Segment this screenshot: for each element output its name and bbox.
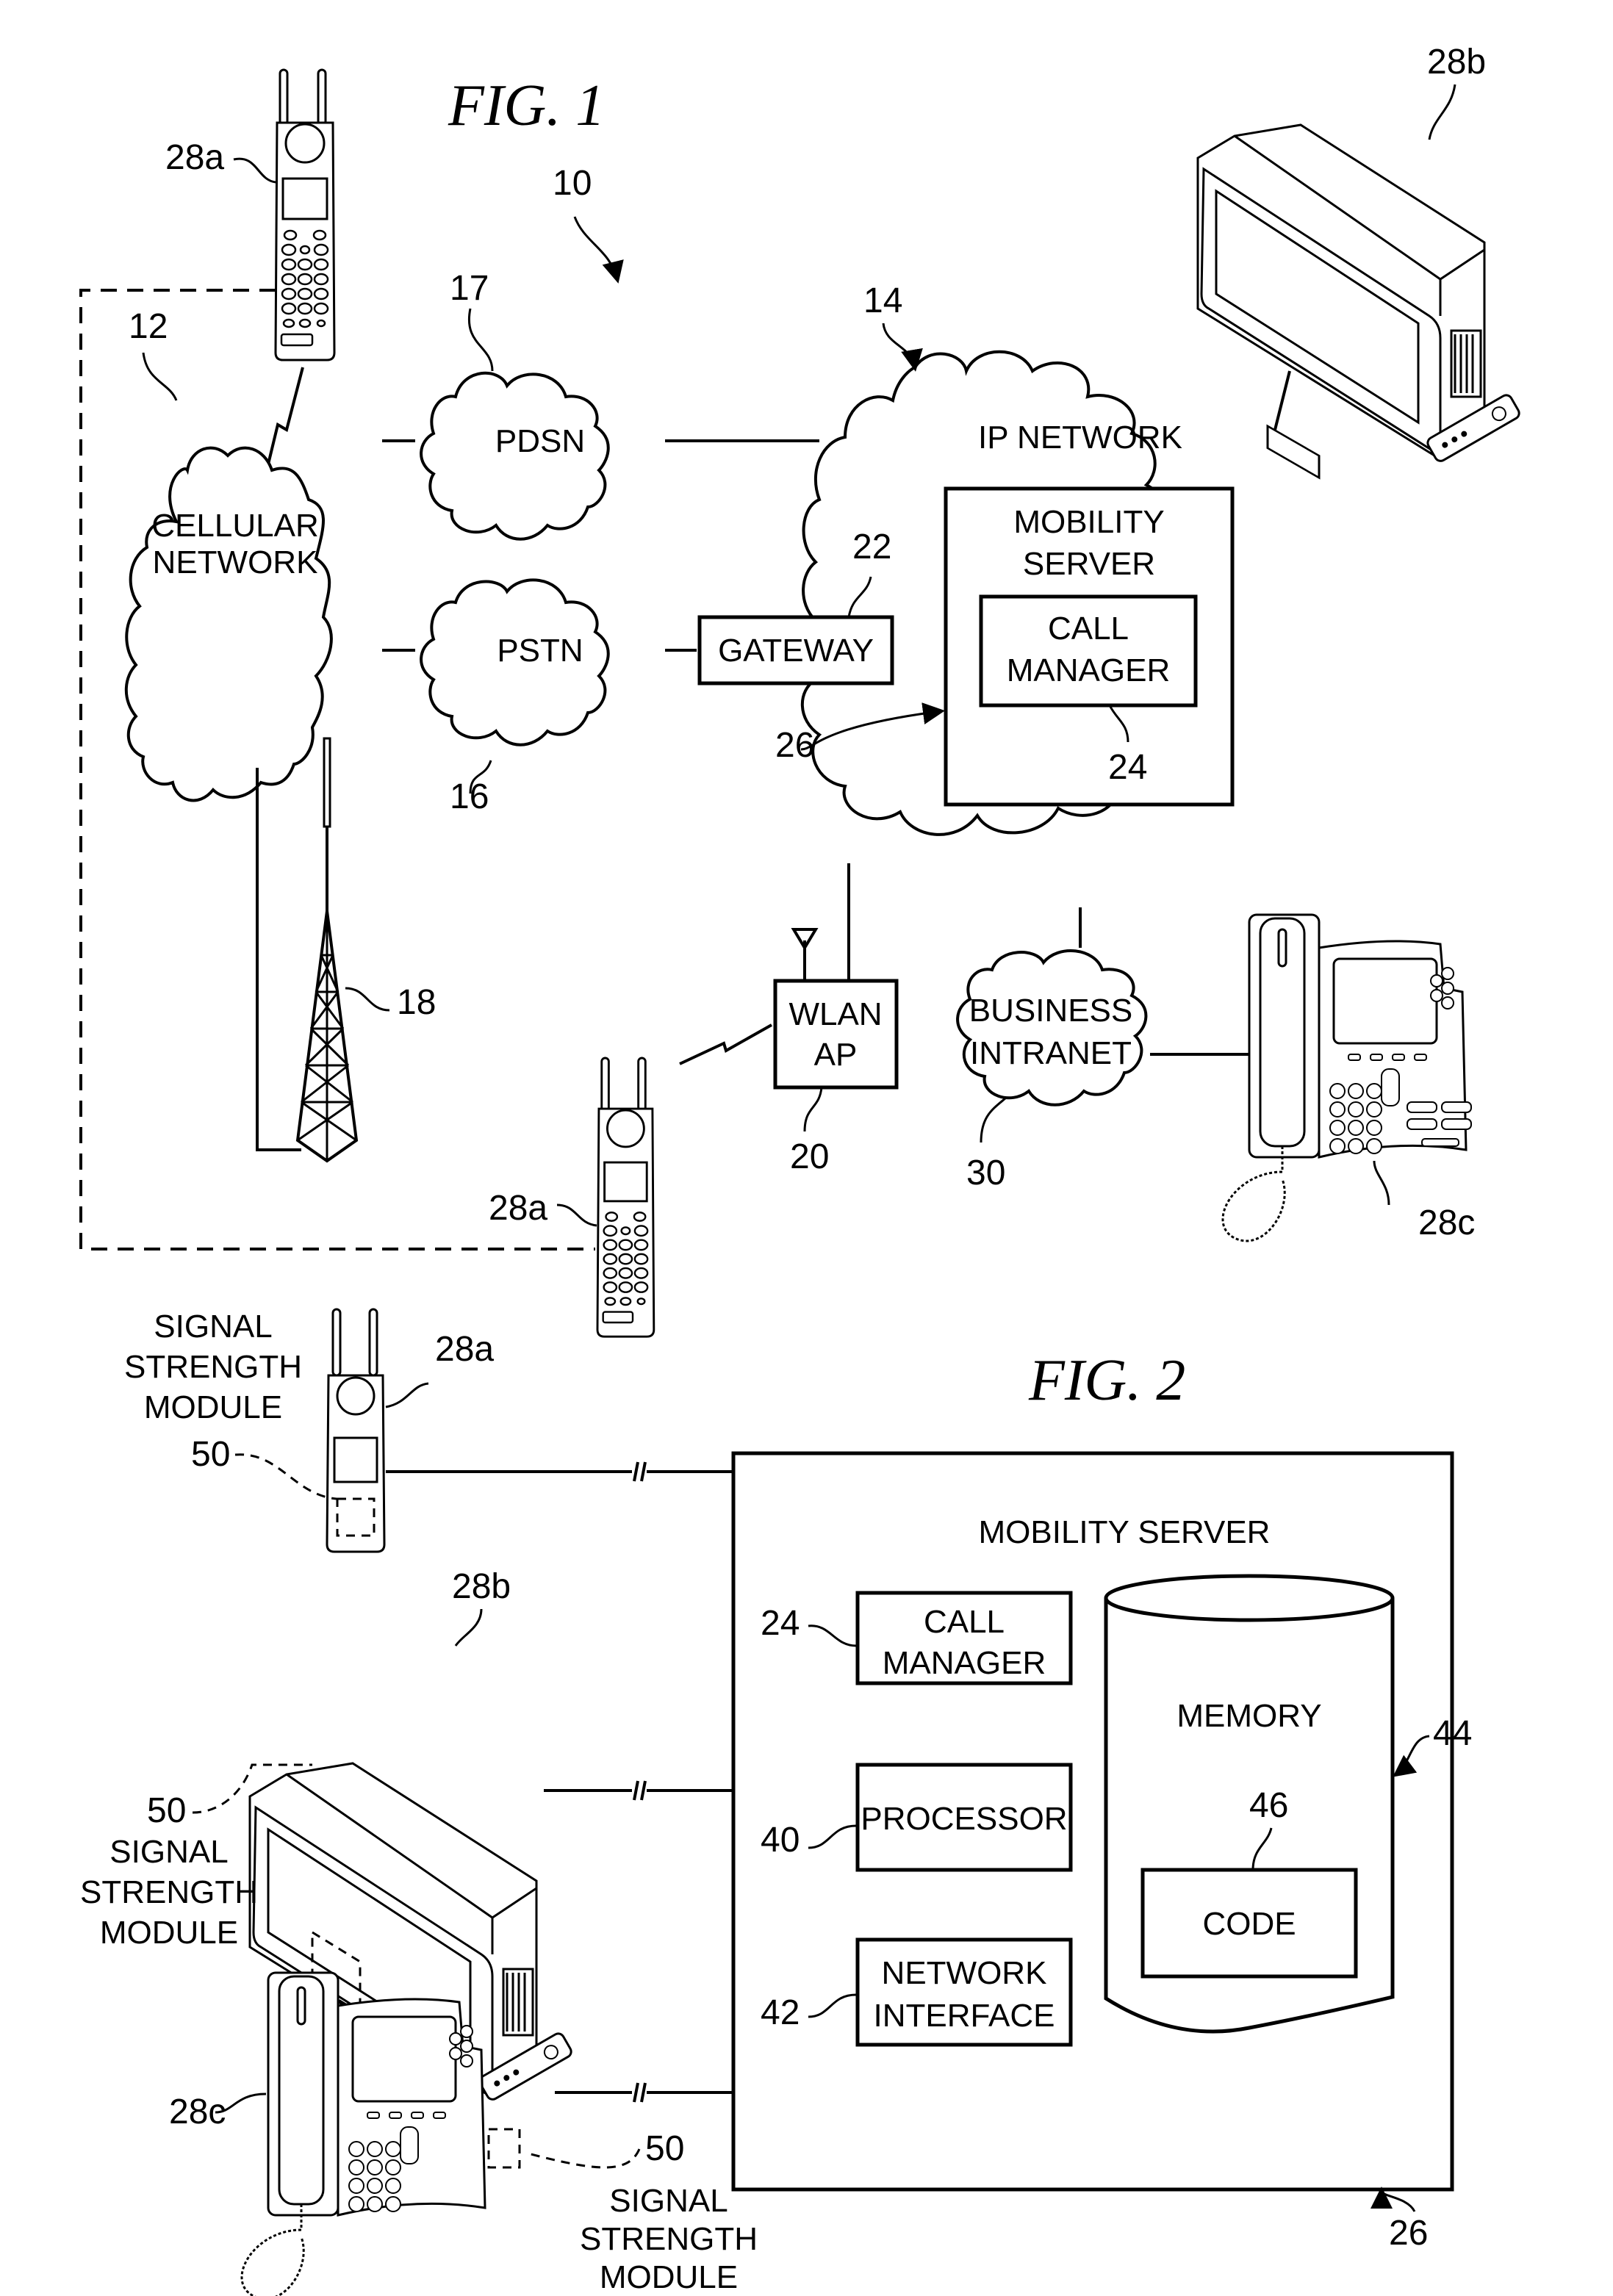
phone-server-link xyxy=(386,1461,733,1482)
pstn-ref: 16 xyxy=(450,777,489,816)
mobility-server-ref-arrow xyxy=(1370,2187,1416,2212)
wlan-ap-ref: 20 xyxy=(790,1137,829,1176)
signal-strength-module xyxy=(487,2128,521,2169)
pdsn-label: PDSN xyxy=(495,423,585,459)
fig2-title: FIG. 2 xyxy=(1028,1348,1185,1413)
gateway-ref: 22 xyxy=(852,528,891,566)
network-interface-ref: 42 xyxy=(761,1993,800,2032)
call-manager-ref: 24 xyxy=(761,1604,800,1643)
call-manager-label-1: CALL xyxy=(1048,611,1129,647)
tv-module-label-3: MODULE xyxy=(100,1915,238,1951)
cellular-tower-link xyxy=(256,768,301,1151)
fig2-television-ref: 28b xyxy=(452,1567,511,1606)
network-interface-label-2: INTERFACE xyxy=(874,1998,1055,2034)
cell-tower-icon[interactable] xyxy=(295,737,359,1163)
system-ref-label: 10 xyxy=(553,164,592,203)
code-ref: 46 xyxy=(1249,1786,1288,1825)
processor-ref: 40 xyxy=(761,1821,800,1860)
fig1-title: FIG. 1 xyxy=(448,73,605,138)
mobile-phone-top-ref: 28a xyxy=(165,138,224,177)
ip-phone-module-label-2: STRENGTH xyxy=(580,2221,758,2257)
fig1: FIG. 1 10 28a CELLULAR NETWORK 12 PDSN 1… xyxy=(79,43,1521,1338)
ip-phone-server-link xyxy=(555,2082,733,2103)
call-manager-ref: 24 xyxy=(1108,748,1147,787)
ip-network-label: IP NETWORK xyxy=(978,420,1182,456)
cellular-network-label-2: NETWORK xyxy=(153,544,318,580)
mobility-server-label: MOBILITY SERVER xyxy=(979,1514,1271,1550)
gateway-label: GATEWAY xyxy=(718,633,874,669)
mobility-server-ref: 26 xyxy=(1389,2214,1428,2253)
leader-line xyxy=(345,987,390,1012)
business-intranet-ref: 30 xyxy=(966,1154,1005,1192)
mobile-phone-bottom-ref: 28a xyxy=(489,1189,547,1228)
ip-phone-icon[interactable] xyxy=(240,1971,486,2296)
tower-ref: 18 xyxy=(397,983,436,1022)
leader-line xyxy=(385,1382,429,1408)
leader-line xyxy=(803,1087,823,1132)
call-manager-label-2: MANAGER xyxy=(883,1645,1046,1681)
leader-line xyxy=(467,308,494,372)
fig2-mobile-phone-ref: 28a xyxy=(435,1330,494,1369)
tv-server-link xyxy=(544,1780,733,1801)
leader-line xyxy=(1428,84,1456,140)
ip-phone-module-label-3: MODULE xyxy=(600,2259,738,2295)
memory-ref: 44 xyxy=(1433,1714,1472,1753)
ip-phone-icon[interactable] xyxy=(1221,913,1472,1242)
business-intranet-label-2: INTRANET xyxy=(970,1035,1132,1071)
cellular-network-ref: 12 xyxy=(129,307,168,346)
tv-module-ref: 50 xyxy=(147,1791,186,1830)
mobility-server-ref: 26 xyxy=(775,726,814,765)
pstn-label: PSTN xyxy=(497,633,583,669)
wireless-link-icon xyxy=(679,1023,772,1065)
ip-network-ref-arrow xyxy=(882,323,923,372)
antenna-icon xyxy=(791,928,819,981)
wlan-ap-label-1: WLAN xyxy=(788,996,882,1032)
leader-line xyxy=(980,1097,1006,1143)
ip-network-ref: 14 xyxy=(863,281,902,320)
mobile-phone-icon[interactable] xyxy=(596,1057,655,1338)
wlan-ap-label-2: AP xyxy=(814,1037,858,1073)
mobility-server-label-1: MOBILITY xyxy=(1013,504,1164,540)
phone-module-label-1: SIGNAL xyxy=(154,1309,272,1345)
television-icon[interactable] xyxy=(1196,123,1521,480)
module-leader-dashed xyxy=(234,1453,337,1500)
ip-phone-module-label-1: SIGNAL xyxy=(609,2183,728,2219)
mobility-server-label-2: SERVER xyxy=(1023,546,1155,582)
network-interface-label-1: NETWORK xyxy=(882,1955,1047,1991)
tv-module-label-1: SIGNAL xyxy=(109,1834,228,1870)
leader-line xyxy=(233,157,276,184)
leader-line xyxy=(556,1203,597,1227)
ip-phone-module-ref: 50 xyxy=(645,2129,684,2168)
fig2: FIG. 2 MOBILITY SERVER 26 CALL MANAGER 2… xyxy=(80,1308,1472,2296)
phone-module-ref: 50 xyxy=(191,1435,230,1474)
cellular-network-cloud[interactable] xyxy=(124,446,333,802)
business-intranet-label-1: BUSINESS xyxy=(969,993,1133,1029)
ip-tv-link xyxy=(1273,370,1291,431)
memory-label: MEMORY xyxy=(1176,1698,1321,1734)
tv-module-label-2: STRENGTH xyxy=(80,1874,258,1910)
module-leader-dashed xyxy=(525,2148,641,2169)
cellular-network-label-1: CELLULAR xyxy=(151,508,318,544)
pdsn-ref: 17 xyxy=(450,269,489,308)
television-ref: 28b xyxy=(1427,43,1486,82)
leader-line xyxy=(1373,1160,1390,1206)
ip-phone-ref: 28c xyxy=(1418,1203,1475,1242)
processor-label: PROCESSOR xyxy=(861,1801,1067,1837)
mobile-phone-icon[interactable] xyxy=(274,68,336,361)
call-manager-label-1: CALL xyxy=(924,1604,1005,1640)
leader-line xyxy=(454,1608,483,1647)
wireless-link-icon xyxy=(265,367,304,471)
patent-drawing-sheet: FIG. 1 10 28a CELLULAR NETWORK 12 PDSN 1… xyxy=(79,43,1521,2296)
phone-module-label-2: STRENGTH xyxy=(124,1349,302,1385)
mobile-phone-icon[interactable] xyxy=(326,1308,386,1553)
leader-line xyxy=(142,352,178,401)
phone-module-label-3: MODULE xyxy=(144,1389,282,1425)
system-ref-arrow xyxy=(573,216,624,284)
code-label: CODE xyxy=(1202,1906,1296,1942)
call-manager-label-2: MANAGER xyxy=(1007,652,1170,688)
